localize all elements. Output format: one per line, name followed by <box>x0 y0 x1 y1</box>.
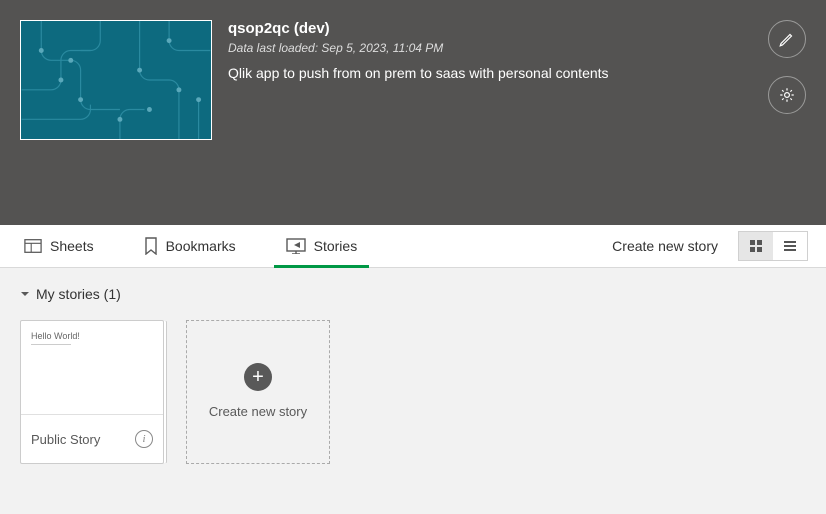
pencil-icon <box>778 30 796 48</box>
content-area: My stories (1) Hello World! Public Story… <box>0 268 826 482</box>
list-view-button[interactable] <box>773 232 807 260</box>
create-new-story-link[interactable]: Create new story <box>600 238 730 254</box>
story-preview: Hello World! <box>21 321 163 415</box>
app-thumbnail <box>20 20 212 140</box>
app-description: Qlik app to push from on prem to saas wi… <box>228 65 806 81</box>
tabbar-right: Create new story <box>600 225 808 267</box>
tab-stories[interactable]: Stories <box>280 225 364 267</box>
tab-bookmarks-label: Bookmarks <box>166 238 236 254</box>
header-actions <box>768 20 806 114</box>
story-title: Public Story <box>31 432 100 447</box>
edit-button[interactable] <box>768 20 806 58</box>
tab-stories-label: Stories <box>314 238 358 254</box>
app-title: qsop2qc (dev) <box>228 20 806 37</box>
create-new-story-label: Create new story <box>209 403 307 421</box>
grid-view-button[interactable] <box>739 232 773 260</box>
tab-sheets-label: Sheets <box>50 238 94 254</box>
tab-bookmarks[interactable]: Bookmarks <box>138 225 242 267</box>
bookmark-icon <box>144 237 158 255</box>
section-my-stories-toggle[interactable]: My stories (1) <box>20 286 806 302</box>
view-toggle <box>738 231 808 261</box>
grid-icon <box>749 239 763 253</box>
stories-icon <box>286 238 306 254</box>
app-last-loaded: Data last loaded: Sep 5, 2023, 11:04 PM <box>228 41 806 55</box>
settings-button[interactable] <box>768 76 806 114</box>
story-cards: Hello World! Public Story i + Create new… <box>20 320 806 464</box>
story-footer: Public Story i <box>21 415 163 463</box>
gear-icon <box>778 86 796 104</box>
list-icon <box>783 239 797 253</box>
info-icon[interactable]: i <box>135 430 153 448</box>
app-header: qsop2qc (dev) Data last loaded: Sep 5, 2… <box>0 0 826 225</box>
story-card[interactable]: Hello World! Public Story i <box>20 320 164 464</box>
tab-sheets[interactable]: Sheets <box>18 225 100 267</box>
tab-bar: Sheets Bookmarks Stories Create new stor… <box>0 225 826 268</box>
plus-icon: + <box>244 363 272 391</box>
app-info: qsop2qc (dev) Data last loaded: Sep 5, 2… <box>228 20 806 205</box>
section-title: My stories (1) <box>36 286 121 302</box>
sheets-icon <box>24 238 42 254</box>
chevron-down-icon <box>20 289 30 299</box>
create-new-story-card[interactable]: + Create new story <box>186 320 330 464</box>
